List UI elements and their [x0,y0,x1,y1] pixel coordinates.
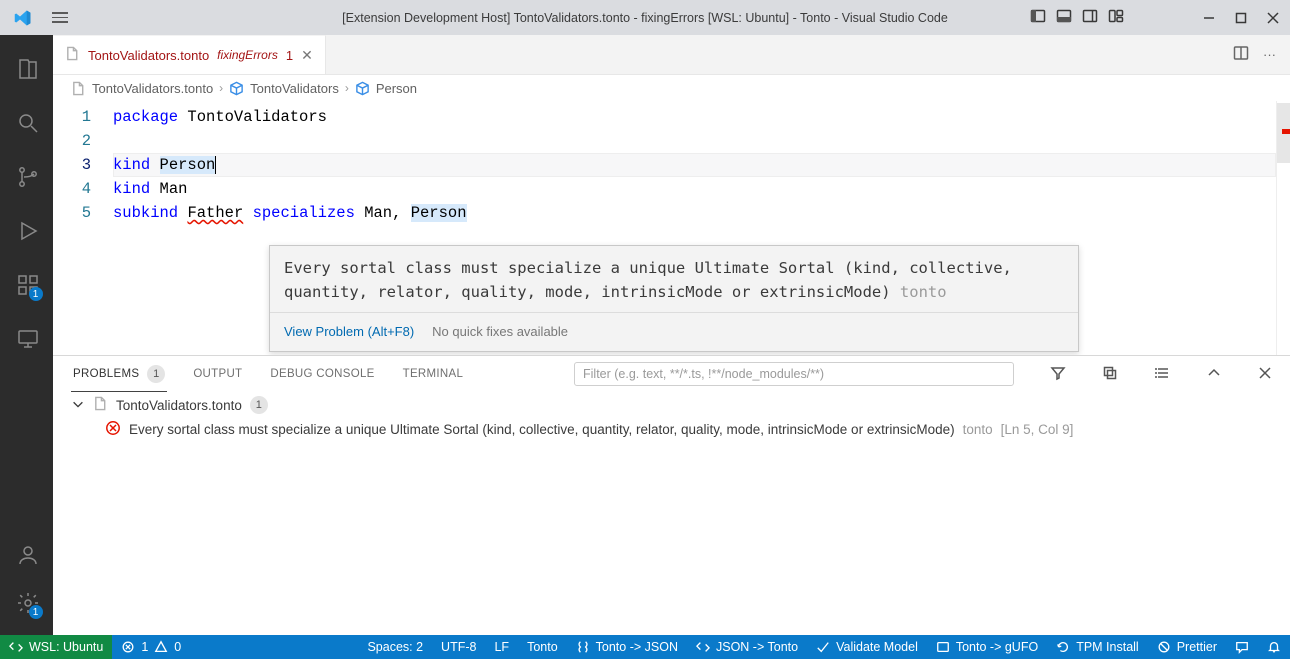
split-editor-icon[interactable] [1233,45,1249,64]
hover-tooltip: Every sortal class must specialize a uni… [269,245,1079,352]
remote-explorer-icon[interactable] [3,315,51,363]
problems-file-count: 1 [250,396,268,414]
layout-panel-right-icon[interactable] [1082,8,1098,27]
breadcrumb-symbol: Person [376,81,417,96]
error-icon [105,420,121,439]
code-area[interactable]: package TontoValidators kind Person kind… [113,101,1276,355]
class-icon [355,81,370,96]
minimap-error-marker[interactable] [1282,129,1290,134]
chevron-up-icon[interactable] [1206,365,1222,384]
status-validate[interactable]: Validate Model [807,635,927,659]
status-bar: WSL: Ubuntu 1 0 Spaces: 2 UTF-8 LF Tonto… [0,635,1290,659]
minimap[interactable] [1276,101,1290,355]
tab-error-count: 1 [286,48,293,63]
breadcrumb-package: TontoValidators [250,81,339,96]
settings-gear-icon[interactable]: 1 [3,579,51,627]
accounts-icon[interactable] [3,531,51,579]
explorer-icon[interactable] [3,45,51,93]
extensions-badge: 1 [29,287,43,301]
hover-source: tonto [891,283,947,301]
tab-folder: fixingErrors [217,48,278,62]
extensions-icon[interactable]: 1 [3,261,51,309]
file-icon [65,46,80,64]
status-spaces[interactable]: Spaces: 2 [358,635,432,659]
window-maximize-icon[interactable] [1234,11,1248,25]
editor[interactable]: 1 2 3 4 5 package TontoValidators kind P… [53,101,1290,355]
filter-icon[interactable] [1050,365,1066,384]
tab-terminal[interactable]: TERMINAL [401,356,466,392]
status-eol[interactable]: LF [485,635,518,659]
status-bell-icon[interactable] [1258,635,1290,659]
breadcrumb-file: TontoValidators.tonto [92,81,213,96]
tab-close-icon[interactable]: ✕ [301,47,313,64]
window-title: [Extension Development Host] TontoValida… [342,11,948,25]
chevron-down-icon[interactable] [71,397,85,414]
run-debug-icon[interactable] [3,207,51,255]
problems-file-row[interactable]: TontoValidators.tonto 1 [71,396,1272,414]
menu-icon[interactable] [52,12,68,23]
line-gutter: 1 2 3 4 5 [53,101,113,355]
status-tonto-json[interactable]: Tonto -> JSON [567,635,687,659]
settings-badge: 1 [29,605,43,619]
bottom-panel: PROBLEMS1 OUTPUT DEBUG CONSOLE TERMINAL … [53,355,1290,635]
window-close-icon[interactable] [1266,11,1280,25]
problems-filter-input[interactable]: Filter (e.g. text, **/*.ts, !**/node_mod… [574,362,1014,386]
titlebar: [Extension Development Host] TontoValida… [0,0,1290,35]
source-control-icon[interactable] [3,153,51,201]
status-prettier[interactable]: Prettier [1148,635,1226,659]
more-actions-icon[interactable]: ··· [1263,47,1276,62]
problems-error-row[interactable]: Every sortal class must specialize a uni… [71,414,1272,439]
search-icon[interactable] [3,99,51,147]
problems-error-message: Every sortal class must specialize a uni… [129,422,955,437]
file-icon [93,396,108,414]
window-minimize-icon[interactable] [1202,11,1216,25]
status-tpm-install[interactable]: TPM Install [1047,635,1148,659]
status-errors-warnings[interactable]: 1 0 [112,635,190,659]
view-as-list-icon[interactable] [1154,365,1170,384]
tab-tontovalidators[interactable]: TontoValidators.tonto fixingErrors 1 ✕ [53,35,326,74]
tab-problems[interactable]: PROBLEMS1 [71,356,167,392]
layout-panel-left-icon[interactable] [1030,8,1046,27]
breadcrumb[interactable]: TontoValidators.tonto › TontoValidators … [53,75,1290,101]
package-icon [229,81,244,96]
problems-error-location: [Ln 5, Col 9] [1001,422,1074,437]
problems-error-source: tonto [963,422,993,437]
status-tonto-gufo[interactable]: Tonto -> gUFO [927,635,1047,659]
status-feedback-icon[interactable] [1226,635,1258,659]
view-problem-link[interactable]: View Problem (Alt+F8) [284,320,414,344]
tab-output[interactable]: OUTPUT [191,356,244,392]
layout-panel-bottom-icon[interactable] [1056,8,1072,27]
file-icon [71,81,86,96]
vscode-logo-icon [14,9,32,27]
close-panel-icon[interactable] [1258,366,1272,383]
status-remote[interactable]: WSL: Ubuntu [0,635,112,659]
status-encoding[interactable]: UTF-8 [432,635,485,659]
problems-filename: TontoValidators.tonto [116,398,242,413]
no-fixes-label: No quick fixes available [432,320,568,344]
layout-customize-icon[interactable] [1108,8,1124,27]
editor-tabs: TontoValidators.tonto fixingErrors 1 ✕ ·… [53,35,1290,75]
status-json-tonto[interactable]: JSON -> Tonto [687,635,807,659]
activity-bar: 1 1 [0,35,53,635]
collapse-all-icon[interactable] [1102,365,1118,384]
tab-debug-console[interactable]: DEBUG CONSOLE [268,356,376,392]
status-language[interactable]: Tonto [518,635,567,659]
tab-filename: TontoValidators.tonto [88,48,209,63]
